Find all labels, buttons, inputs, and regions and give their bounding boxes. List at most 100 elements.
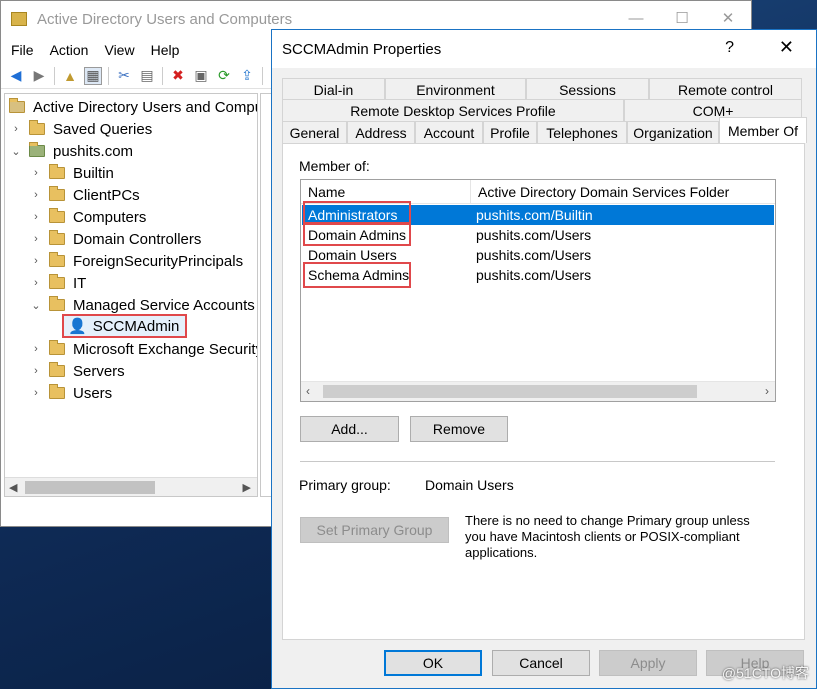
menu-file[interactable]: File	[11, 42, 34, 58]
scrollbar-thumb[interactable]	[323, 385, 697, 398]
tree-item-label: Servers	[73, 362, 125, 380]
console-tree[interactable]: Active Directory Users and Compu › Saved…	[4, 93, 258, 497]
tree-root[interactable]: Active Directory Users and Compu	[9, 96, 257, 118]
group-name: Domain Users	[308, 247, 397, 263]
toolbar-separator	[108, 66, 109, 85]
copy-icon[interactable]: ▤	[138, 67, 156, 85]
tab-member-of[interactable]: Member Of	[719, 117, 807, 143]
export-icon[interactable]: ⇪	[238, 67, 256, 85]
tab-address[interactable]: Address	[347, 121, 415, 143]
chevron-right-icon[interactable]: ›	[29, 387, 43, 399]
primary-group-note: There is no need to change Primary group…	[465, 513, 750, 561]
help-icon[interactable]: ?	[725, 39, 734, 57]
tab-general[interactable]: General	[282, 121, 347, 143]
chevron-right-icon[interactable]: ›	[29, 167, 43, 179]
aduc-title: Active Directory Users and Computers	[37, 10, 293, 28]
tab-organization[interactable]: Organization	[627, 121, 719, 143]
tree-item-sccmadmin[interactable]: 👤 SCCMAdmin	[62, 314, 188, 338]
menu-action[interactable]: Action	[50, 42, 89, 58]
folder-icon	[49, 384, 65, 399]
add-button[interactable]: Add...	[300, 416, 399, 442]
scroll-left-icon[interactable]: ‹	[306, 384, 310, 398]
tree-item-it[interactable]: › IT	[29, 272, 86, 294]
list-horizontal-scrollbar[interactable]: ‹ ›	[301, 381, 775, 401]
folder-icon	[49, 186, 65, 201]
tree-item-users[interactable]: › Users	[29, 382, 112, 404]
chevron-right-icon[interactable]: ›	[29, 189, 43, 201]
dialog-close-icon[interactable]: ✕	[779, 37, 794, 58]
cancel-button[interactable]: Cancel	[492, 650, 590, 676]
tree-item-builtin[interactable]: › Builtin	[29, 162, 114, 184]
tree-item-label: SCCMAdmin	[92, 317, 180, 335]
folder-icon	[49, 296, 65, 311]
up-folder-icon[interactable]: ▲	[61, 67, 79, 85]
tab-environment[interactable]: Environment	[385, 78, 526, 100]
ok-button[interactable]: OK	[384, 650, 482, 676]
chevron-down-icon[interactable]: ⌄	[29, 299, 43, 312]
tree-item-label: Domain Controllers	[73, 230, 202, 248]
watermark: @51CTO博客	[721, 665, 809, 681]
tab-telephones[interactable]: Telephones	[537, 121, 627, 143]
folder-icon	[49, 164, 65, 179]
folder-icon	[49, 274, 65, 289]
set-primary-group-button[interactable]: Set Primary Group	[300, 517, 449, 543]
chevron-right-icon[interactable]: ›	[29, 211, 43, 223]
scroll-left-icon[interactable]: ◀	[9, 481, 17, 494]
tree-item-clientpcs[interactable]: › ClientPCs	[29, 184, 140, 206]
chevron-right-icon[interactable]: ›	[29, 233, 43, 245]
chevron-down-icon[interactable]: ⌄	[9, 145, 23, 158]
tab-profile[interactable]: Profile	[483, 121, 537, 143]
column-header-folder[interactable]: Active Directory Domain Services Folder	[471, 184, 729, 200]
console-tree-icon[interactable]: ▦	[84, 66, 102, 85]
tree-item-label: ForeignSecurityPrincipals	[73, 252, 244, 270]
folder-icon	[49, 362, 65, 377]
chevron-right-icon[interactable]: ›	[29, 255, 43, 267]
delete-icon[interactable]: ✖	[169, 67, 187, 85]
forward-arrow-icon[interactable]: ▶	[30, 67, 48, 85]
tree-item-domain-controllers[interactable]: › Domain Controllers	[29, 228, 201, 250]
tree-item-foreign-security-principals[interactable]: › ForeignSecurityPrincipals	[29, 250, 243, 272]
tree-item-label: IT	[73, 274, 87, 292]
back-arrow-icon[interactable]: ◀	[7, 67, 25, 85]
menu-help[interactable]: Help	[151, 42, 180, 58]
folder-icon	[49, 252, 65, 267]
toolbar-separator	[262, 66, 263, 85]
tree-item-label: ClientPCs	[73, 186, 140, 204]
domain-icon	[29, 142, 45, 157]
tree-item-saved-queries[interactable]: › Saved Queries	[9, 118, 152, 140]
apply-button[interactable]: Apply	[599, 650, 697, 676]
tab-remote-control[interactable]: Remote control	[649, 78, 802, 100]
note-line: There is no need to change Primary group…	[465, 513, 750, 528]
tree-item-label: Microsoft Exchange Security	[73, 340, 258, 358]
remove-button[interactable]: Remove	[410, 416, 508, 442]
chevron-right-icon[interactable]: ›	[29, 277, 43, 289]
tree-item-computers[interactable]: › Computers	[29, 206, 146, 228]
dialog-title: SCCMAdmin Properties	[282, 40, 442, 58]
folder-icon	[49, 230, 65, 245]
tab-account[interactable]: Account	[415, 121, 483, 143]
tree-item-label: Managed Service Accounts	[73, 296, 255, 314]
refresh-icon[interactable]: ⟳	[215, 67, 233, 85]
tree-item-microsoft-exchange-security[interactable]: › Microsoft Exchange Security	[29, 338, 258, 360]
tree-item-domain[interactable]: ⌄ pushits.com	[9, 140, 133, 162]
cut-icon[interactable]: ✂	[115, 67, 133, 85]
tree-item-label: Computers	[73, 208, 147, 226]
menu-view[interactable]: View	[104, 42, 134, 58]
folder-icon	[29, 120, 45, 135]
tab-remote-desktop-services-profile[interactable]: Remote Desktop Services Profile	[282, 99, 624, 121]
scroll-right-icon[interactable]: ▶	[243, 481, 251, 494]
properties-icon[interactable]: ▣	[192, 67, 210, 85]
member-of-panel: Member of: Name Active Directory Domain …	[282, 143, 805, 640]
tab-sessions[interactable]: Sessions	[526, 78, 649, 100]
chevron-right-icon[interactable]: ›	[9, 123, 23, 135]
tree-item-servers[interactable]: › Servers	[29, 360, 125, 382]
member-of-list[interactable]: Name Active Directory Domain Services Fo…	[300, 179, 776, 402]
tree-item-managed-service-accounts[interactable]: ⌄ Managed Service Accounts	[29, 294, 255, 316]
column-header-name[interactable]: Name	[301, 179, 471, 204]
chevron-right-icon[interactable]: ›	[29, 365, 43, 377]
tree-horizontal-scrollbar[interactable]: ◀ ▶	[5, 477, 257, 496]
scroll-right-icon[interactable]: ›	[765, 384, 769, 398]
tab-dial-in[interactable]: Dial-in	[282, 78, 385, 100]
scrollbar-thumb[interactable]	[25, 481, 155, 494]
chevron-right-icon[interactable]: ›	[29, 343, 43, 355]
